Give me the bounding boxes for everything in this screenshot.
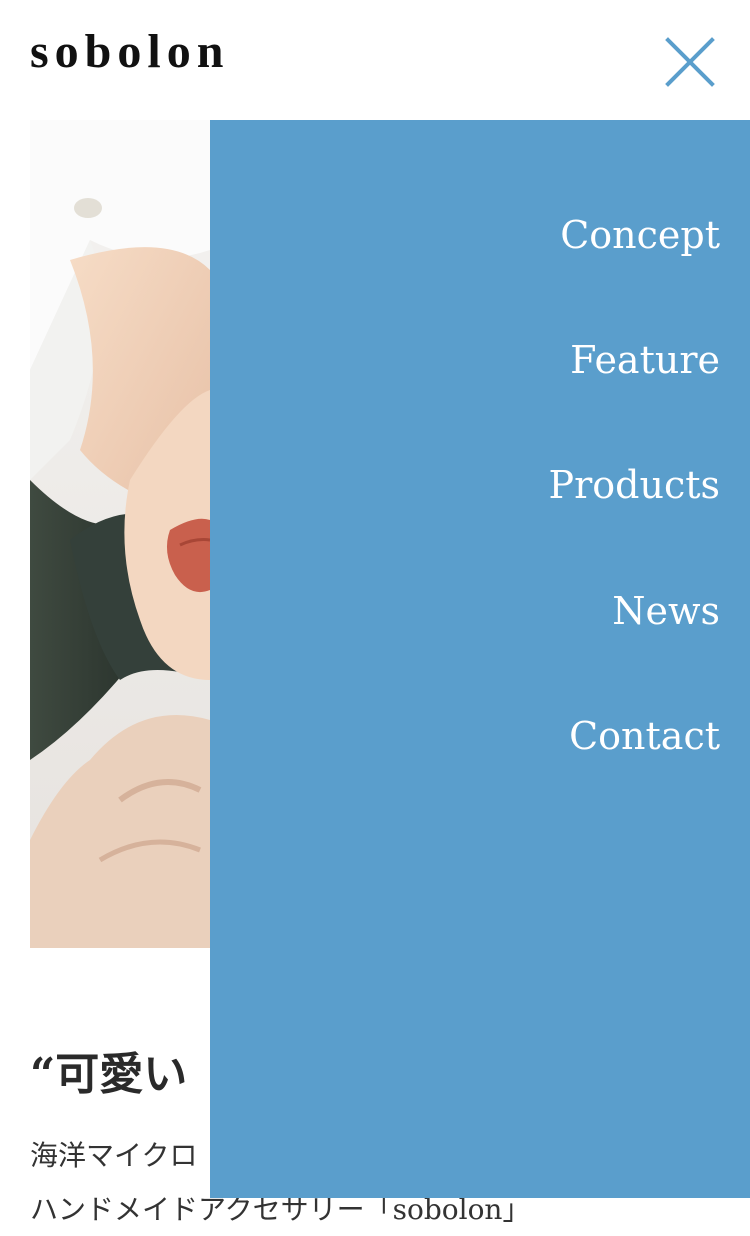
site-logo[interactable]: sobolon (30, 28, 229, 76)
close-menu-button[interactable] (664, 36, 716, 88)
nav-item-contact[interactable]: Contact (569, 717, 720, 755)
intro-text-line-1: 海洋マイクロ (30, 1139, 198, 1172)
section-heading: “可愛い (30, 1049, 188, 1101)
nav-item-feature[interactable]: Feature (570, 341, 720, 379)
site-header: sobolon (0, 0, 750, 120)
nav-item-concept[interactable]: Concept (560, 216, 720, 254)
nav-item-products[interactable]: Products (549, 466, 720, 504)
nav-item-news[interactable]: News (612, 592, 720, 630)
nav-menu-panel: Concept Feature Products News Contact (210, 120, 750, 1198)
close-icon (665, 37, 715, 87)
